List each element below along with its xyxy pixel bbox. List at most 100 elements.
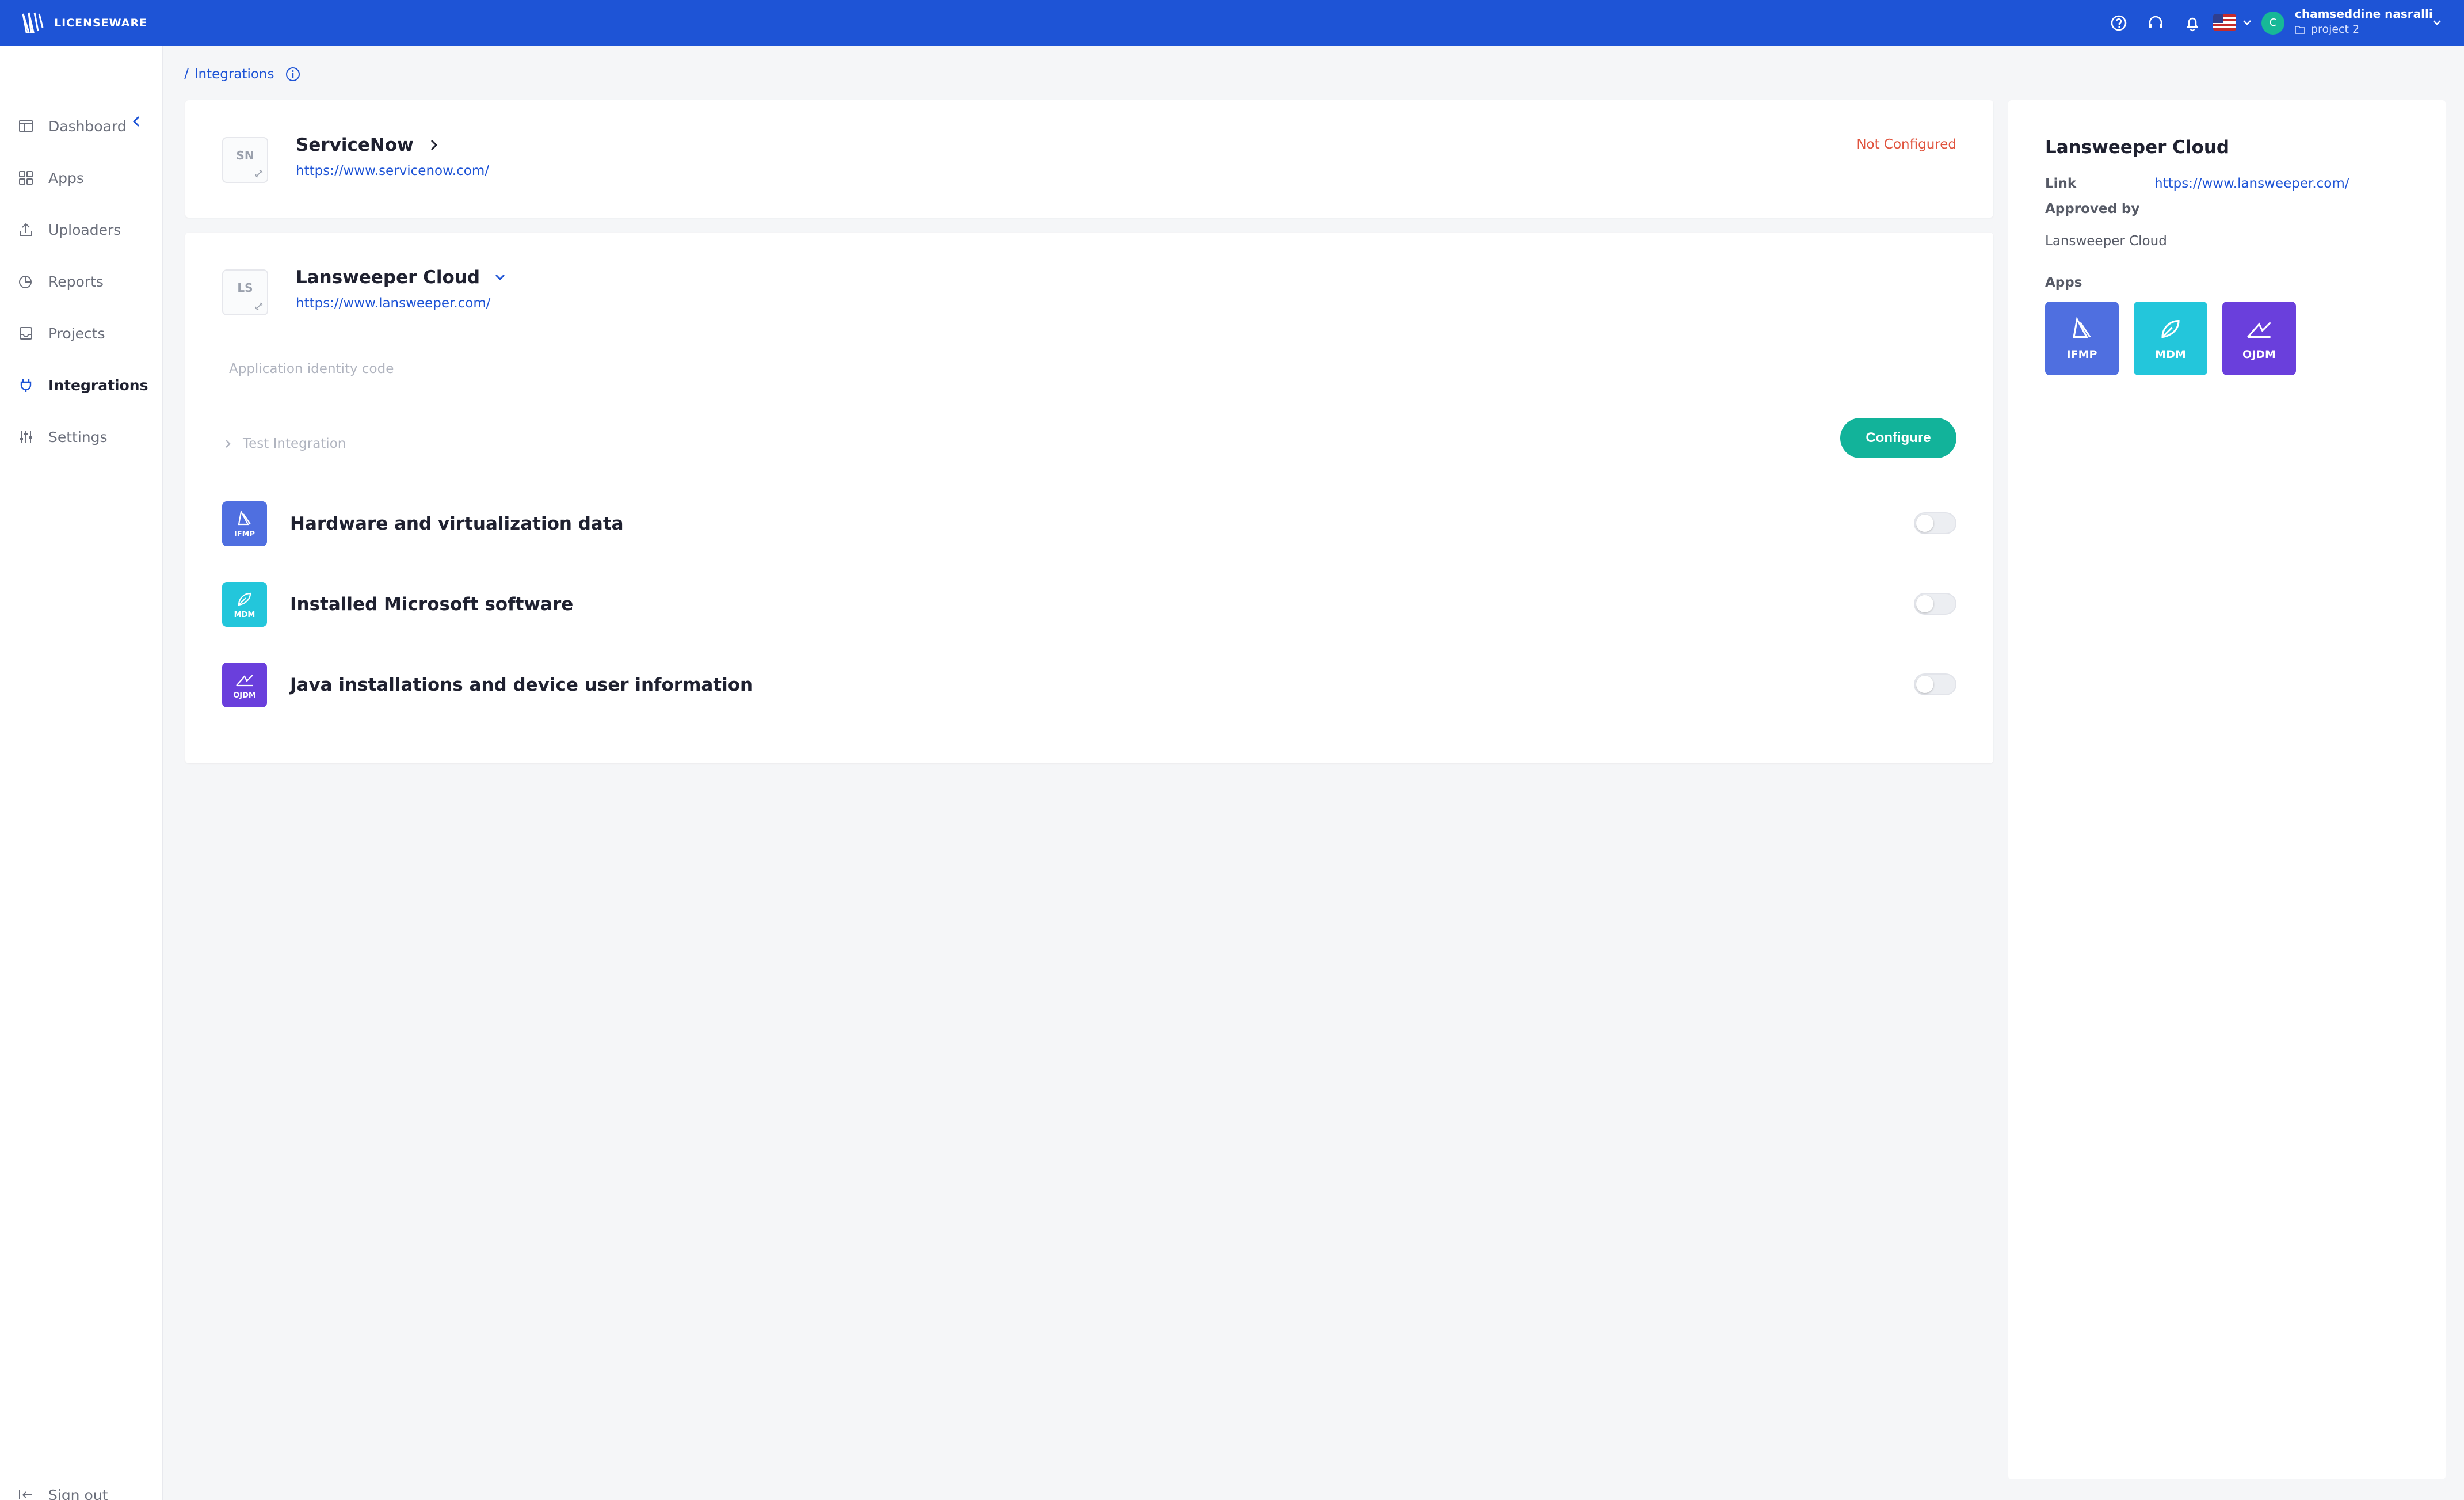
sidebar-item-label: Apps: [48, 169, 84, 186]
microsoft-software-toggle[interactable]: [1914, 593, 1956, 615]
app-row-label: Hardware and virtualization data: [290, 513, 624, 534]
dashboard-icon: [19, 120, 33, 132]
projects-inbox-icon: [20, 327, 32, 340]
link-icon: [255, 170, 263, 178]
sidebar-item-label: Uploaders: [48, 221, 121, 238]
sidebar: Dashboard Apps Uploaders Reports Project…: [0, 46, 163, 1500]
integration-name: Lansweeper Cloud: [296, 267, 480, 288]
mdm-app-icon: [238, 592, 251, 606]
app-code: IFMP: [234, 530, 255, 539]
help-icon[interactable]: [2108, 13, 2129, 33]
integration-card-servicenow: SN ServiceNow https://www.servicenow.com…: [185, 100, 1993, 218]
approved-by-label: Approved by: [2045, 201, 2140, 216]
integration-url[interactable]: https://www.servicenow.com/: [296, 163, 489, 178]
settings-sliders-icon: [20, 431, 32, 443]
info-icon[interactable]: [284, 66, 302, 83]
upload-icon: [20, 223, 32, 236]
chevron-right-icon[interactable]: [426, 138, 441, 153]
sidebar-item-dashboard[interactable]: Dashboard: [17, 112, 155, 140]
sign-out-label: Sign out: [48, 1486, 108, 1500]
licenseware-logo-icon: [22, 12, 44, 33]
folder-icon: [2295, 26, 2305, 34]
current-project[interactable]: project 2: [2295, 23, 2359, 36]
brand-logo[interactable]: LICENSEWARE: [20, 10, 147, 36]
java-installations-toggle[interactable]: [1914, 673, 1956, 695]
brand-name: LICENSEWARE: [54, 17, 148, 29]
link-label: Link: [2045, 176, 2077, 191]
sidebar-item-reports[interactable]: Reports: [17, 267, 155, 296]
ojdm-app-tile[interactable]: OJDM: [2222, 302, 2296, 375]
mdm-app-tile: MDM: [222, 582, 267, 627]
panel-link-url[interactable]: https://www.lansweeper.com/: [2154, 176, 2349, 191]
breadcrumb: / Integrations: [184, 66, 302, 83]
language-flag-icon[interactable]: [2213, 14, 2236, 31]
list-item: IFMP Hardware and virtualization data: [222, 501, 1956, 547]
sign-out-button[interactable]: Sign out: [17, 1486, 108, 1500]
integration-logo: SN: [222, 137, 268, 183]
sidebar-item-apps[interactable]: Apps: [17, 163, 155, 192]
status-badge: Not Configured: [1856, 137, 1956, 152]
app-code: MDM: [2155, 348, 2186, 361]
ojdm-app-icon: [236, 674, 253, 686]
sidebar-item-label: Projects: [48, 325, 105, 342]
integration-url[interactable]: https://www.lansweeper.com/: [296, 296, 491, 311]
sidebar-item-label: Dashboard: [48, 117, 127, 135]
app-row-label: Java installations and device user infor…: [290, 675, 753, 695]
sidebar-item-label: Integrations: [48, 376, 148, 394]
integration-title[interactable]: Lansweeper Cloud: [296, 267, 508, 288]
chevron-down-icon[interactable]: [493, 270, 508, 285]
sign-out-icon: [19, 1490, 32, 1499]
sidebar-item-settings[interactable]: Settings: [17, 422, 155, 451]
breadcrumb-current[interactable]: Integrations: [194, 67, 274, 82]
ifmp-app-icon: [2073, 317, 2091, 338]
integration-logo: LS: [222, 269, 268, 315]
app-code: MDM: [234, 610, 255, 619]
project-name: project 2: [2311, 23, 2360, 36]
integration-abbr: LS: [237, 281, 253, 295]
chevron-right-icon: [226, 440, 231, 448]
sidebar-item-uploaders[interactable]: Uploaders: [17, 215, 155, 244]
notification-bell-icon[interactable]: [2182, 13, 2203, 33]
integration-details-panel: Lansweeper Cloud Link https://www.lanswe…: [2008, 100, 2446, 1479]
apps-grid-icon: [19, 171, 33, 185]
integration-abbr: SN: [236, 149, 254, 162]
chevron-down-icon[interactable]: [2241, 16, 2253, 29]
support-headset-icon[interactable]: [2145, 13, 2166, 33]
hardware-data-toggle[interactable]: [1914, 512, 1956, 534]
application-identity-code-input[interactable]: Application identity code: [229, 361, 394, 376]
configure-button[interactable]: Configure: [1840, 418, 1956, 458]
ifmp-app-icon: [238, 509, 251, 525]
integration-title[interactable]: ServiceNow: [296, 135, 441, 155]
avatar[interactable]: C: [2261, 12, 2284, 35]
sidebar-item-projects[interactable]: Projects: [17, 319, 155, 348]
ifmp-app-tile: IFMP: [222, 501, 267, 546]
approved-by-value: Lansweeper Cloud: [2045, 234, 2167, 249]
app-row-label: Installed Microsoft software: [290, 594, 574, 615]
ojdm-app-tile: OJDM: [222, 663, 267, 707]
test-integration-label: Test Integration: [243, 436, 346, 451]
sidebar-item-label: Reports: [48, 273, 104, 290]
list-item: OJDM Java installations and device user …: [222, 662, 1956, 708]
app-code: IFMP: [2066, 348, 2097, 361]
breadcrumb-separator: /: [184, 67, 189, 82]
user-name[interactable]: chamseddine nasralli: [2295, 7, 2433, 21]
integration-card-lansweeper: LS Lansweeper Cloud https://www.lansweep…: [185, 233, 1993, 763]
user-menu-chevron-icon[interactable]: [2431, 16, 2443, 29]
test-integration-toggle[interactable]: Test Integration: [222, 436, 346, 451]
mdm-app-tile[interactable]: MDM: [2134, 302, 2207, 375]
ifmp-app-tile[interactable]: IFMP: [2045, 302, 2119, 375]
sidebar-item-integrations[interactable]: Integrations: [17, 371, 155, 399]
integrations-plug-icon: [20, 379, 32, 392]
app-code: OJDM: [2242, 348, 2276, 361]
app-code: OJDM: [233, 691, 256, 700]
mdm-app-icon: [2161, 320, 2180, 338]
ojdm-app-icon: [2247, 322, 2271, 338]
link-icon: [255, 302, 263, 310]
apps-label: Apps: [2045, 275, 2082, 290]
top-bar: LICENSEWARE C chamseddine nasralli proje…: [0, 0, 2464, 46]
integration-name: ServiceNow: [296, 135, 414, 155]
reports-pie-icon: [19, 276, 32, 288]
panel-apps-list: IFMP MDM OJDM: [2045, 302, 2296, 375]
list-item: MDM Installed Microsoft software: [222, 581, 1956, 627]
sidebar-item-label: Settings: [48, 428, 108, 446]
